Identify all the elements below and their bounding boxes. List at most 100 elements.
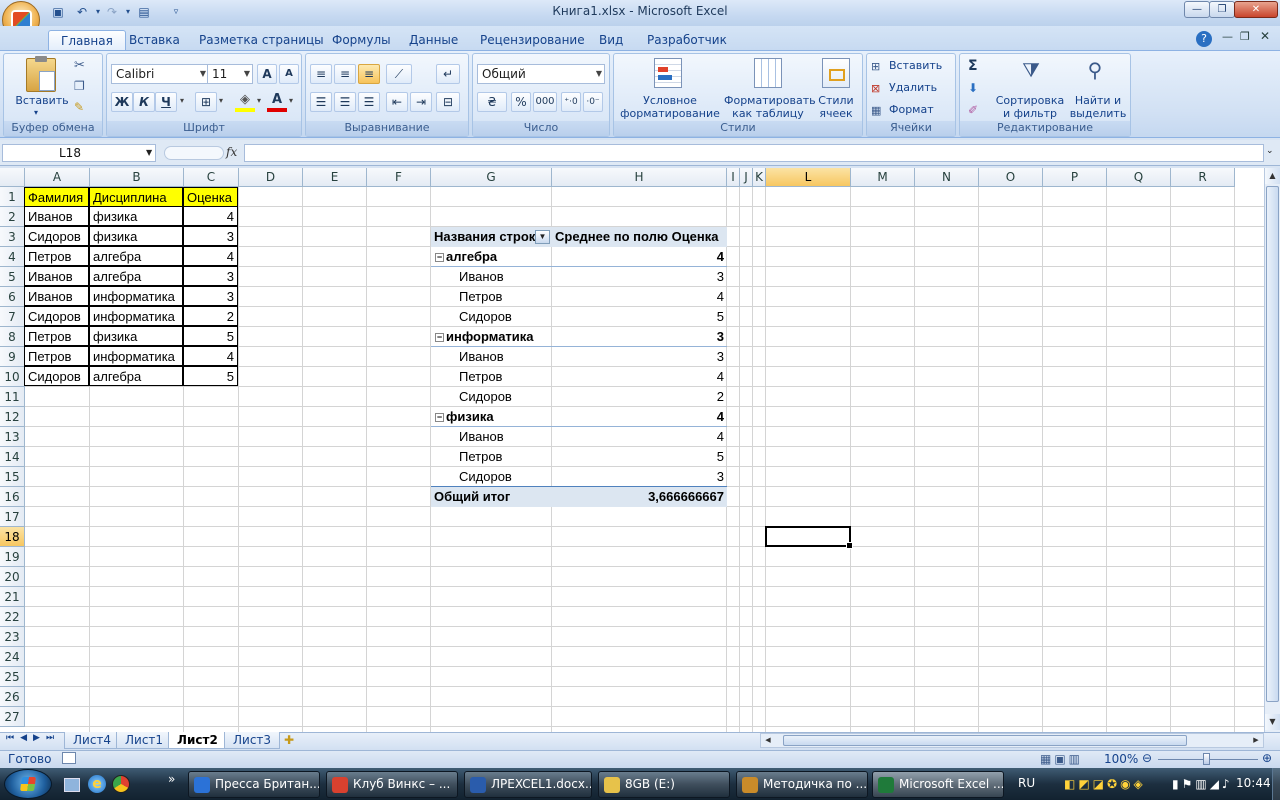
pivot-group-label[interactable]: − физика xyxy=(431,407,552,427)
cell-styles-icon[interactable] xyxy=(822,58,850,88)
form-icon[interactable]: ▤ xyxy=(136,5,152,19)
source-data-cell[interactable]: 4 xyxy=(183,346,238,366)
scroll-right-icon[interactable]: ▶ xyxy=(1249,734,1263,747)
align-top-icon[interactable]: ≡ xyxy=(310,64,332,84)
column-header-n[interactable]: N xyxy=(915,168,979,187)
row-header-16[interactable]: 16 xyxy=(0,487,25,507)
format-painter-icon[interactable]: ✎ xyxy=(74,100,84,114)
row-header-25[interactable]: 25 xyxy=(0,667,25,687)
pivot-item-label[interactable]: Иванов xyxy=(431,267,552,287)
tab-home[interactable]: Главная xyxy=(48,30,126,50)
row-header-18[interactable]: 18 xyxy=(0,527,25,547)
maximize-button[interactable]: ❐ xyxy=(1209,1,1235,18)
source-data-cell[interactable]: 3 xyxy=(183,266,238,286)
find-select-label[interactable]: Найти и xyxy=(1068,94,1128,107)
macro-record-icon[interactable] xyxy=(62,752,76,764)
source-data-cell[interactable]: физика xyxy=(89,326,183,346)
save-icon[interactable]: ▣ xyxy=(50,5,66,19)
source-data-cell[interactable]: Петров xyxy=(24,246,89,266)
paste-label[interactable]: Вставить xyxy=(12,94,72,107)
undo-icon[interactable]: ↶ xyxy=(74,5,90,19)
column-header-p[interactable]: P xyxy=(1043,168,1107,187)
row-header-24[interactable]: 24 xyxy=(0,647,25,667)
sheet-nav-icons[interactable]: ⏮◀▶⏭ xyxy=(6,733,60,743)
underline-button[interactable]: Ч xyxy=(155,92,177,112)
row-header-19[interactable]: 19 xyxy=(0,547,25,567)
sheet-tab-2[interactable]: Лист2 xyxy=(168,732,227,749)
column-header-q[interactable]: Q xyxy=(1107,168,1171,187)
format-as-table-label[interactable]: Форматировать xyxy=(724,94,816,107)
scroll-up-icon[interactable]: ▲ xyxy=(1265,168,1280,184)
tab-insert[interactable]: Вставка xyxy=(117,30,192,50)
close-button[interactable]: ✕ xyxy=(1234,1,1278,18)
clear-icon[interactable]: ✐ xyxy=(968,103,978,117)
horizontal-scroll-thumb[interactable] xyxy=(783,735,1187,746)
insert-function-icon[interactable]: fx xyxy=(226,145,237,159)
pivot-item-label[interactable]: Петров xyxy=(431,447,552,467)
row-header-7[interactable]: 7 xyxy=(0,307,25,327)
zoom-slider-thumb[interactable] xyxy=(1203,753,1210,765)
start-button[interactable] xyxy=(4,769,52,799)
font-name-combo[interactable]: Calibri ▼ xyxy=(111,64,209,84)
horizontal-scrollbar[interactable]: ◀ ▶ xyxy=(760,733,1264,748)
source-data-cell[interactable]: физика xyxy=(89,226,183,246)
column-header-r[interactable]: R xyxy=(1171,168,1235,187)
align-middle-icon[interactable]: ≡ xyxy=(334,64,356,84)
tab-view[interactable]: Вид xyxy=(587,30,635,50)
conditional-formatting-label[interactable]: Условное xyxy=(618,94,722,107)
redo-dropdown-icon[interactable]: ▾ xyxy=(120,5,136,19)
conditional-formatting-label-2[interactable]: форматирование xyxy=(618,107,722,120)
increase-indent-icon[interactable]: ⇥ xyxy=(410,92,432,112)
scroll-left-icon[interactable]: ◀ xyxy=(761,734,775,747)
shrink-font-button[interactable]: A xyxy=(279,64,299,84)
column-header-o[interactable]: O xyxy=(979,168,1043,187)
row-header-8[interactable]: 8 xyxy=(0,327,25,347)
align-right-icon[interactable]: ☰ xyxy=(358,92,380,112)
vertical-scrollbar[interactable]: ▲ ▼ xyxy=(1264,168,1280,732)
tab-page-layout[interactable]: Разметка страницы xyxy=(187,30,336,50)
decrease-decimal-icon[interactable]: ·0⁻ xyxy=(583,92,603,112)
pivot-item-value[interactable]: 3 xyxy=(552,467,727,487)
taskbar-overflow-icon[interactable]: » xyxy=(168,772,175,786)
paste-icon[interactable] xyxy=(26,56,56,92)
pivot-group-value[interactable]: 4 xyxy=(552,247,727,267)
row-header-1[interactable]: 1 xyxy=(0,187,25,207)
column-header-h[interactable]: H xyxy=(552,168,727,187)
grow-font-button[interactable]: A xyxy=(257,64,277,84)
source-data-cell[interactable]: 5 xyxy=(183,326,238,346)
bold-button[interactable]: Ж xyxy=(111,92,133,112)
fill-dropdown-icon[interactable]: ▾ xyxy=(257,96,261,105)
pivot-item-label[interactable]: Иванов xyxy=(431,427,552,447)
column-header-m[interactable]: M xyxy=(851,168,915,187)
column-header-f[interactable]: F xyxy=(367,168,431,187)
tray-icons[interactable]: ◧◩◪✪◉◈ xyxy=(1064,777,1146,791)
show-desktop-button[interactable] xyxy=(1272,768,1280,800)
thousands-button[interactable]: 000 xyxy=(533,92,557,112)
source-data-cell[interactable]: Петров xyxy=(24,326,89,346)
number-format-combo[interactable]: Общий ▼ xyxy=(477,64,605,84)
wrap-text-icon[interactable]: ↵ xyxy=(436,64,460,84)
collapse-icon[interactable]: − xyxy=(435,413,444,423)
view-buttons-icons[interactable]: ▦▣▥ xyxy=(1040,752,1083,766)
pivot-filter-dropdown-icon[interactable]: ▼ xyxy=(535,230,550,244)
workbook-close-icon[interactable]: ✕ xyxy=(1260,29,1270,43)
column-header-l[interactable]: L xyxy=(766,168,851,187)
source-data-cell[interactable]: Сидоров xyxy=(24,226,89,246)
row-header-23[interactable]: 23 xyxy=(0,627,25,647)
name-box-dropdown-icon[interactable]: ▼ xyxy=(146,148,152,157)
sheet-tab-1[interactable]: Лист1 xyxy=(116,732,173,749)
format-as-table-icon[interactable] xyxy=(754,58,782,88)
show-desktop-icon[interactable] xyxy=(64,778,80,792)
pivot-group-label[interactable]: − информатика xyxy=(431,327,552,347)
format-cells-icon[interactable]: ▦ xyxy=(871,104,881,117)
taskbar-item[interactable]: Методичка по ... xyxy=(736,771,868,798)
source-data-cell[interactable]: информатика xyxy=(89,286,183,306)
row-header-14[interactable]: 14 xyxy=(0,447,25,467)
column-header-i[interactable]: I xyxy=(727,168,740,187)
selected-cell-border[interactable] xyxy=(765,526,853,549)
source-data-cell[interactable]: 4 xyxy=(183,206,238,226)
format-cells-button[interactable]: Формат xyxy=(889,103,934,116)
tab-formulas[interactable]: Формулы xyxy=(320,30,403,50)
column-header-d[interactable]: D xyxy=(239,168,303,187)
tab-review[interactable]: Рецензирование xyxy=(468,30,597,50)
